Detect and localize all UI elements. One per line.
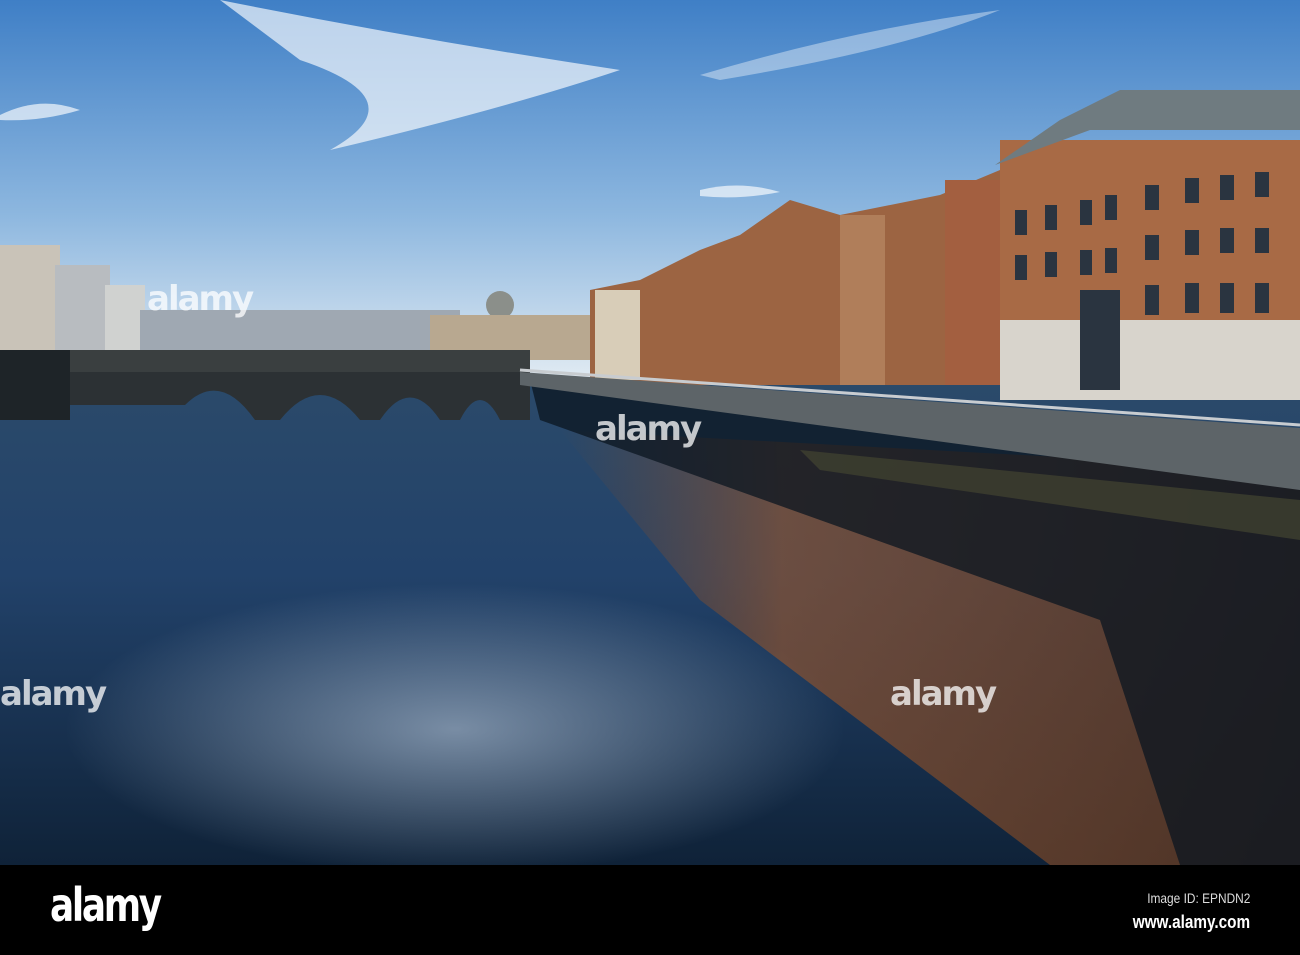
river-city-photo: alamy alamy alamy alamy	[0, 0, 1300, 865]
svg-text:alamy: alamy	[0, 674, 107, 714]
svg-text:alamy: alamy	[890, 674, 997, 714]
svg-text:alamy: alamy	[147, 279, 254, 319]
stock-photo: alamy alamy alamy alamy alamy Image ID: …	[0, 0, 1300, 955]
site-url: www.alamy.com	[1132, 912, 1250, 932]
image-id: Image ID: EPNDN2	[1146, 890, 1250, 906]
alamy-logo: alamy	[50, 878, 162, 932]
svg-text:alamy: alamy	[595, 409, 702, 449]
footer-bar	[0, 865, 1300, 955]
